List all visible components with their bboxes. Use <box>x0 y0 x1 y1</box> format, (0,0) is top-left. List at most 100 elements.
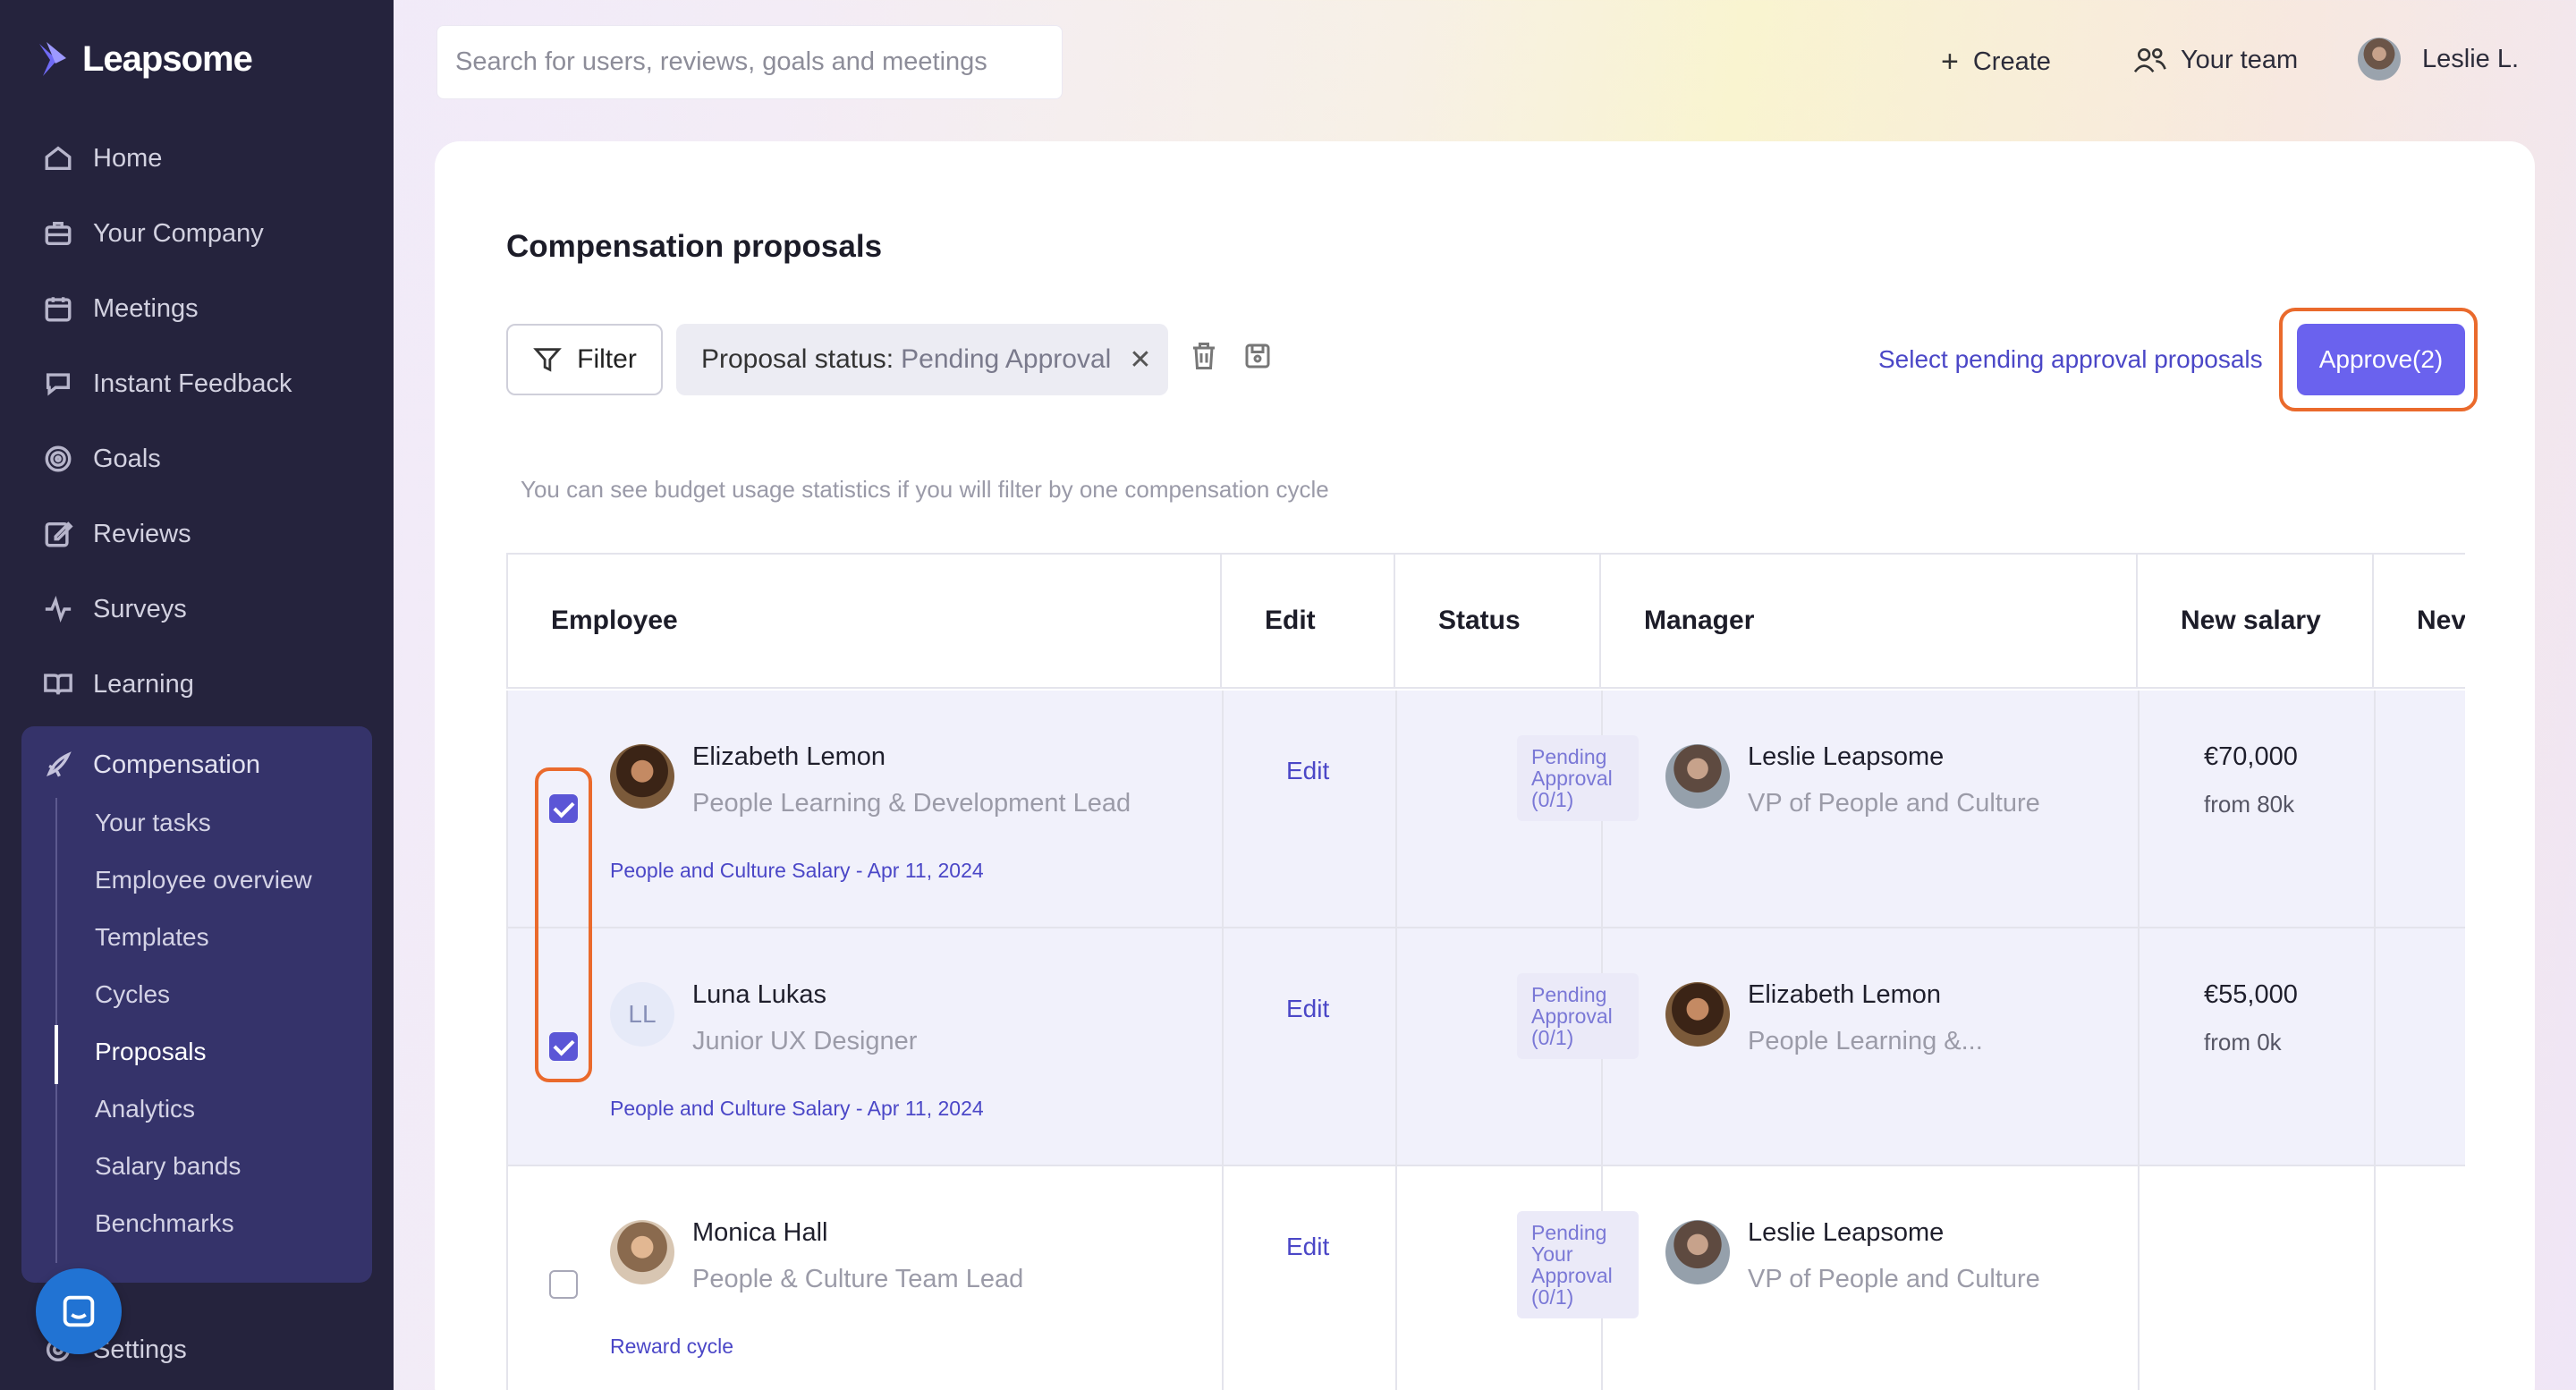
trash-icon[interactable] <box>1188 340 1220 372</box>
budget-hint: You can see budget usage statistics if y… <box>521 476 1329 503</box>
target-icon <box>45 445 72 472</box>
column-header-new[interactable]: Nev <box>2374 555 2465 689</box>
employee-role: People Learning & Development Lead <box>692 789 1131 818</box>
table-row[interactable]: Monica Hall People & Culture Team Lead R… <box>506 1166 2465 1390</box>
leapsome-logo-icon <box>39 41 66 76</box>
sidebar-item-reviews[interactable]: Reviews <box>43 519 191 549</box>
edit-link[interactable]: Edit <box>1286 995 1329 1023</box>
save-icon[interactable] <box>1241 340 1274 372</box>
select-pending-link[interactable]: Select pending approval proposals <box>1878 345 2263 374</box>
manager-name[interactable]: Leslie Leapsome <box>1748 742 1944 772</box>
create-button[interactable]: + Create <box>1941 45 2051 80</box>
book-icon <box>44 674 72 695</box>
column-divider <box>2138 1166 2140 1390</box>
sidebar-item-label: Compensation <box>93 750 260 779</box>
column-header-new-salary[interactable]: New salary <box>2138 555 2374 689</box>
chat-support-button[interactable] <box>36 1268 122 1354</box>
row-checkbox[interactable] <box>549 1270 578 1299</box>
column-divider <box>2374 691 2376 927</box>
sidebar-item-instant-feedback[interactable]: Instant Feedback <box>43 369 292 399</box>
cycle-link[interactable]: People and Culture Salary - Apr 11, 2024 <box>610 859 984 883</box>
feedback-icon <box>46 373 71 396</box>
status-line: Your <box>1531 1242 1573 1266</box>
status-line: Approval <box>1531 767 1613 790</box>
column-divider <box>2138 928 2140 1165</box>
sidebar-item-home[interactable]: Home <box>43 143 162 174</box>
sidebar-item-label: Meetings <box>93 293 199 323</box>
sidebar-item-label: Your Company <box>93 218 264 248</box>
employee-name[interactable]: Monica Hall <box>692 1218 828 1248</box>
sidebar-item-label: Home <box>93 143 163 173</box>
rocket-icon <box>47 751 72 777</box>
sidebar-subitem-cycles[interactable]: Cycles <box>95 980 170 1009</box>
sidebar-subitem-employee-overview[interactable]: Employee overview <box>95 866 312 894</box>
manager-name[interactable]: Leslie Leapsome <box>1748 1218 1944 1248</box>
approve-button[interactable]: Approve(2) <box>2297 324 2465 395</box>
status-badge: Pending Approval (0/1) <box>1517 973 1639 1059</box>
column-divider <box>1222 1166 1224 1390</box>
employee-role: Junior UX Designer <box>692 1027 918 1055</box>
status-line: (0/1) <box>1531 1026 1574 1049</box>
cycle-link[interactable]: Reward cycle <box>610 1335 733 1359</box>
employee-role: People & Culture Team Lead <box>692 1265 1024 1293</box>
team-icon <box>2133 47 2166 73</box>
status-line: Pending <box>1531 745 1607 768</box>
filter-label: Filter <box>577 344 637 374</box>
column-divider <box>2374 1166 2376 1390</box>
sidebar-subitem-salary-bands[interactable]: Salary bands <box>95 1152 241 1181</box>
your-team-button[interactable]: Your team <box>2132 45 2298 75</box>
active-indicator <box>55 1025 58 1084</box>
edit-link[interactable]: Edit <box>1286 1233 1329 1261</box>
user-menu[interactable]: Leslie L. <box>2358 38 2519 81</box>
home-icon <box>45 146 72 171</box>
avatar-initials: LL <box>610 982 674 1047</box>
chip-value: Pending Approval <box>901 344 1112 374</box>
sidebar-subitem-your-tasks[interactable]: Your tasks <box>95 809 211 837</box>
filter-chip[interactable]: Proposal status: Pending Approval ✕ <box>676 324 1168 395</box>
column-header-manager[interactable]: Manager <box>1601 555 2138 689</box>
avatar <box>610 1220 674 1284</box>
column-header-employee[interactable]: Employee <box>506 555 1222 689</box>
new-salary: €55,000 <box>2204 980 2298 1009</box>
cycle-link[interactable]: People and Culture Salary - Apr 11, 2024 <box>610 1097 984 1121</box>
sidebar-item-label: Goals <box>93 444 161 473</box>
sidebar-subitem-proposals[interactable]: Proposals <box>95 1038 207 1066</box>
sidebar-subitem-analytics[interactable]: Analytics <box>95 1095 195 1123</box>
table-row[interactable]: LL Luna Lukas Junior UX Designer People … <box>506 928 2465 1166</box>
search-bar[interactable] <box>436 25 1063 99</box>
column-divider <box>1395 691 1397 927</box>
sidebar-item-surveys[interactable]: Surveys <box>43 594 187 624</box>
checkbox-highlight <box>535 767 592 1082</box>
new-salary: €70,000 <box>2204 742 2298 771</box>
status-line: Approval <box>1531 1004 1613 1028</box>
sidebar-item-your-company[interactable]: Your Company <box>43 218 264 249</box>
plus-icon: + <box>1941 45 1959 79</box>
column-header-edit[interactable]: Edit <box>1222 555 1395 689</box>
sidebar-item-label: Instant Feedback <box>93 369 292 398</box>
manager-name[interactable]: Elizabeth Lemon <box>1748 980 1941 1010</box>
page-title: Compensation proposals <box>506 229 883 264</box>
manager-role: VP of People and Culture <box>1748 1265 2040 1293</box>
sidebar-item-goals[interactable]: Goals <box>43 444 161 474</box>
employee-name[interactable]: Elizabeth Lemon <box>692 742 886 772</box>
logo[interactable]: Leapsome <box>38 39 253 80</box>
column-header-status[interactable]: Status <box>1395 555 1601 689</box>
sidebar-item-compensation[interactable]: Compensation <box>43 750 260 780</box>
pulse-icon <box>45 596 72 623</box>
search-input[interactable] <box>455 47 1062 77</box>
column-divider <box>1395 1166 1397 1390</box>
briefcase-icon <box>45 221 72 246</box>
filter-button[interactable]: Filter <box>506 324 663 395</box>
column-divider <box>2138 691 2140 927</box>
sidebar-subitem-templates[interactable]: Templates <box>95 923 209 952</box>
sidebar-item-label: Reviews <box>93 519 191 548</box>
close-icon[interactable]: ✕ <box>1129 344 1151 376</box>
edit-link[interactable]: Edit <box>1286 757 1329 785</box>
sidebar-subitem-benchmarks[interactable]: Benchmarks <box>95 1209 234 1238</box>
table-row[interactable]: Elizabeth Lemon People Learning & Develo… <box>506 691 2465 928</box>
status-line: (0/1) <box>1531 788 1574 811</box>
sidebar-item-meetings[interactable]: Meetings <box>43 293 199 324</box>
employee-name[interactable]: Luna Lukas <box>692 980 826 1010</box>
sidebar-item-learning[interactable]: Learning <box>43 669 194 699</box>
sidebar-item-label: Surveys <box>93 594 187 623</box>
